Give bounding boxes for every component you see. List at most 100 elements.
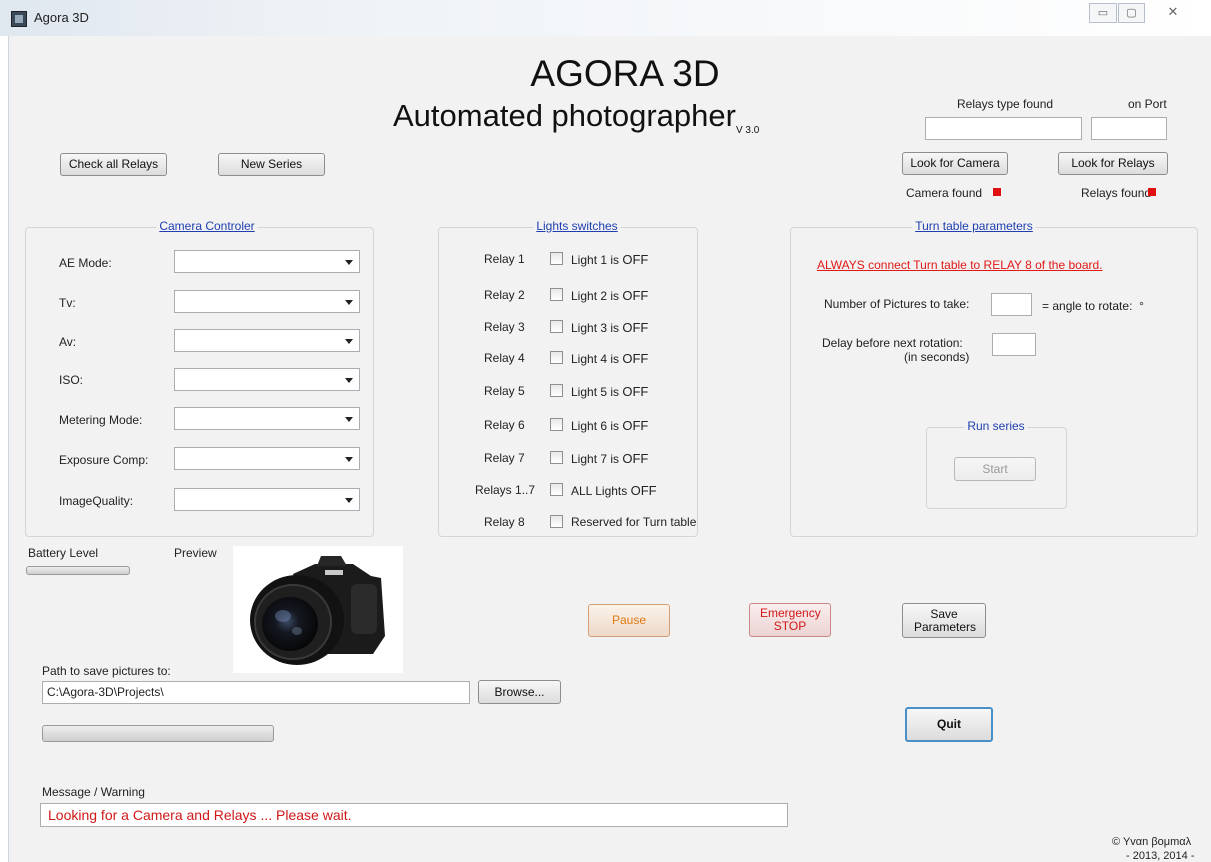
chevron-down-icon [345,378,353,383]
light-1-state: OFF [622,252,649,267]
save-parameters-label: Save Parameters [914,606,977,634]
light-7-state: OFF [622,451,649,466]
window-title: Agora 3D [34,10,89,25]
look-for-camera-button[interactable]: Look for Camera [902,152,1008,175]
title-bar: Agora 3D ▭ ▢ ✕ [0,0,1211,36]
app-subtitle-text: Automated photographer [393,98,736,133]
relays-type-field[interactable] [925,117,1082,140]
close-button[interactable]: ✕ [1151,3,1195,23]
light-5-state: OFF [622,384,649,399]
maximize-button[interactable]: ▢ [1118,3,1145,23]
app-title: AGORA 3D [530,53,720,94]
chevron-down-icon [345,457,353,462]
minimize-button[interactable]: ▭ [1089,3,1117,23]
light-4-state: OFF [622,351,649,366]
relays-found-label: Relays found [1081,186,1152,200]
relay-8-checkbox[interactable] [550,515,563,528]
check-all-relays-button[interactable]: Check all Relays [60,153,167,176]
relay-7-checkbox[interactable] [550,451,563,464]
light-6-state: OFF [622,418,649,433]
relay-6-checkbox[interactable] [550,418,563,431]
ae-mode-label: AE Mode: [59,256,112,270]
relay-5-checkbox[interactable] [550,384,563,397]
light-5-label: Light 5 is OFF [571,384,648,399]
image-quality-select[interactable] [174,488,360,511]
light-5-text: Light 5 is [571,385,620,399]
relay-7-label: Relay 7 [484,451,525,465]
relay-1-checkbox[interactable] [550,252,563,265]
app-subtitle: Automated photographerV 3.0 [393,98,759,136]
camera-preview-image [233,546,403,673]
lights-switches-title: Lights switches [533,219,621,233]
path-input[interactable]: C:\Agora-3D\Projects\ [42,681,470,704]
angle-to-rotate-label: = angle to rotate: ° [1042,299,1144,313]
start-button[interactable]: Start [954,457,1036,481]
relays-all-label: Relays 1..7 [475,483,536,497]
metering-mode-label: Metering Mode: [59,413,143,427]
metering-mode-select[interactable] [174,407,360,430]
light-3-label: Light 3 is OFF [571,320,648,335]
camera-status-indicator [993,188,1001,196]
camera-controller-title: Camera Controler [156,219,258,233]
all-lights-checkbox[interactable] [550,483,563,496]
relay-6-label: Relay 6 [484,418,525,432]
browse-button[interactable]: Browse... [478,680,561,704]
turntable-warning: ALWAYS connect Turn table to RELAY 8 of … [817,258,1103,272]
app-icon [11,11,27,27]
chevron-down-icon [345,417,353,422]
angle-to-rotate-text: = angle to rotate: [1042,299,1133,313]
ae-mode-select[interactable] [174,250,360,273]
camera-icon [250,556,385,665]
light-1-text: Light 1 is [571,253,620,267]
relay-3-checkbox[interactable] [550,320,563,333]
relay-4-label: Relay 4 [484,351,525,365]
save-parameters-button[interactable]: Save Parameters [902,603,986,638]
iso-select[interactable] [174,368,360,391]
light-2-state: OFF [622,288,649,303]
relay-5-label: Relay 5 [484,384,525,398]
num-pictures-label: Number of Pictures to take: [824,297,970,311]
delay-label: Delay before next rotation: [822,336,963,350]
relay-8-reserved-label: Reserved for Turn table [571,515,697,529]
author-credit: © Υvαn βoμmαλ [1112,836,1192,848]
relay-2-checkbox[interactable] [550,288,563,301]
relay-2-label: Relay 2 [484,288,525,302]
tv-select[interactable] [174,290,360,313]
relay-8-label: Relay 8 [484,515,525,529]
new-series-button[interactable]: New Series [218,153,325,176]
light-2-label: Light 2 is OFF [571,288,648,303]
pause-label: Pause [611,613,647,627]
chevron-down-icon [345,300,353,305]
port-field[interactable] [1091,117,1167,140]
window-controls: ▭ ▢ ✕ [1089,3,1201,23]
on-port-label: on Port [1128,97,1167,111]
light-2-text: Light 2 is [571,289,620,303]
all-lights-label: ALL Lights OFF [571,483,657,498]
exposure-comp-label: Exposure Comp: [59,453,149,467]
relays-type-label: Relays type found [957,97,1054,111]
version-label: V 3.0 [735,125,760,137]
relay-4-checkbox[interactable] [550,351,563,364]
light-4-label: Light 4 is OFF [571,351,648,366]
delay-field[interactable] [992,333,1036,356]
num-pictures-field[interactable] [991,293,1032,316]
light-3-state: OFF [622,320,649,335]
relays-status-indicator [1148,188,1156,196]
tv-label: Tv: [59,296,76,310]
path-label: Path to save pictures to: [42,664,171,678]
copyright-years: - 2013, 2014 - [1126,850,1195,862]
exposure-comp-select[interactable] [174,447,360,470]
preview-label: Preview [174,546,217,560]
pause-button[interactable]: Pause [588,604,670,637]
av-select[interactable] [174,329,360,352]
light-3-text: Light 3 is [571,321,620,335]
all-lights-text: ALL Lights [571,484,628,498]
quit-button[interactable]: Quit [905,707,993,742]
chevron-down-icon [345,339,353,344]
relay-3-label: Relay 3 [484,320,525,334]
emergency-stop-label: Emergency STOP [760,606,821,633]
look-for-relays-button[interactable]: Look for Relays [1058,152,1168,175]
emergency-stop-button[interactable]: Emergency STOP [749,603,831,637]
battery-level-bar [26,566,130,575]
battery-level-label: Battery Level [28,546,99,560]
